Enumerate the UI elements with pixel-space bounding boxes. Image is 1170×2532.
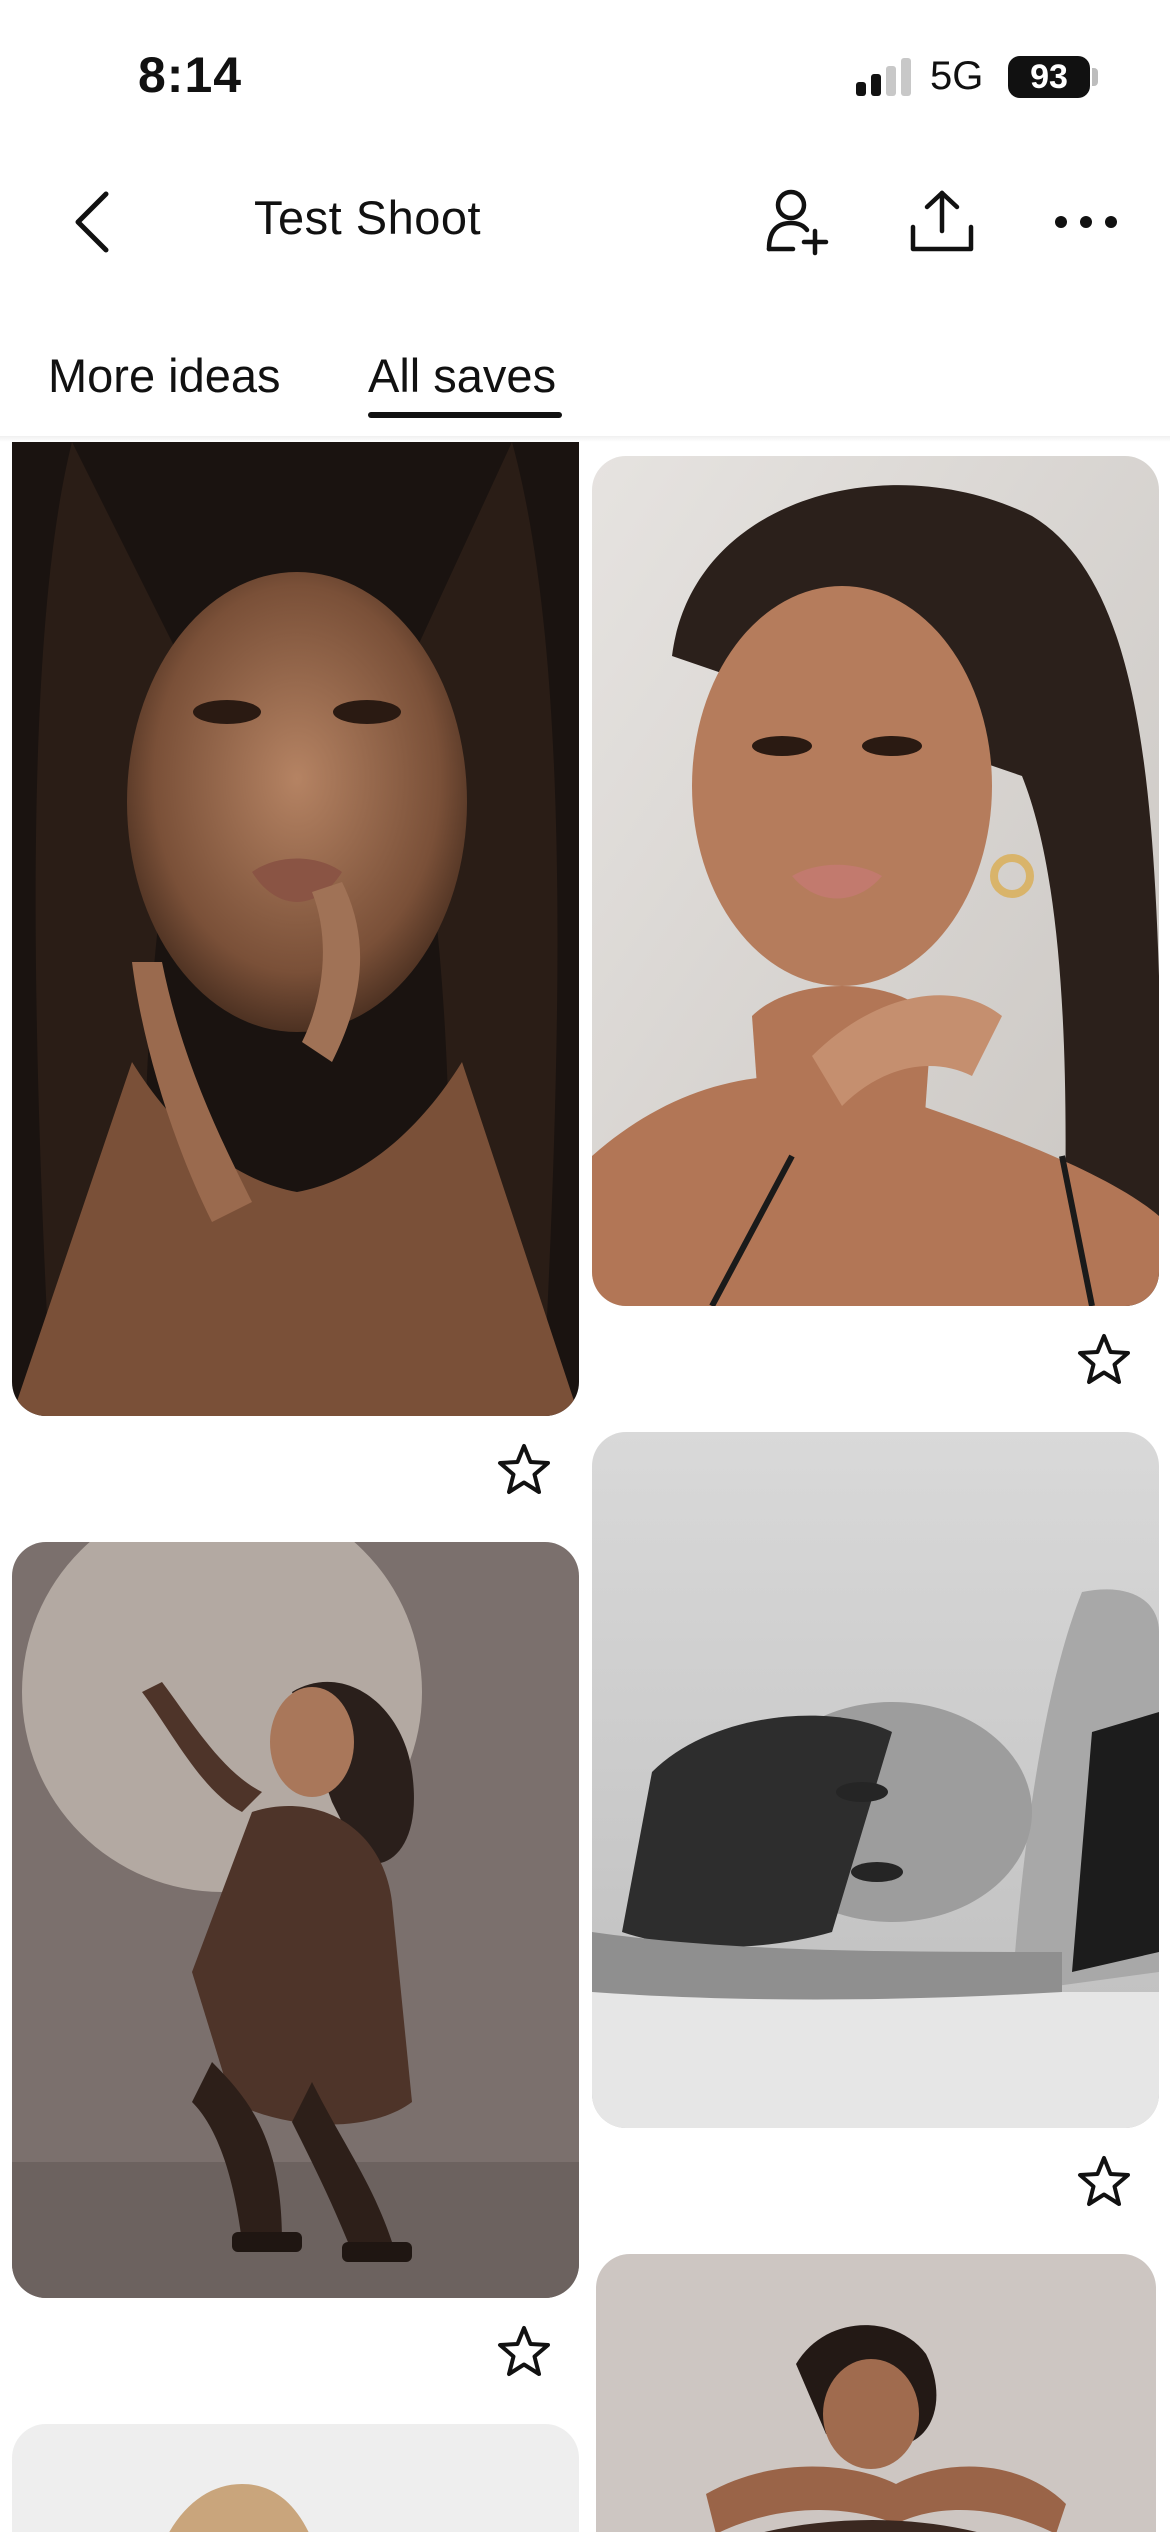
page-title: Test Shoot [254, 191, 482, 244]
share-button[interactable] [896, 178, 988, 266]
battery-icon: 93 [1008, 56, 1090, 98]
pin-image[interactable] [596, 2254, 1156, 2532]
favorite-button[interactable] [492, 1438, 556, 1502]
share-upload-icon [910, 190, 974, 252]
more-options-button[interactable] [1040, 180, 1132, 264]
network-type: 5G [930, 54, 984, 98]
favorite-button[interactable] [1072, 2150, 1136, 2214]
pin-illustration [592, 1432, 1159, 2128]
pin-illustration [12, 442, 579, 1416]
star-outline-icon [498, 2326, 550, 2376]
add-person-icon [766, 189, 829, 256]
ellipsis-icon [1055, 216, 1117, 228]
pin-illustration [12, 1542, 579, 2298]
signal-strength-icon [856, 58, 914, 96]
favorite-button[interactable] [1072, 1328, 1136, 1392]
pin-illustration [596, 2254, 1156, 2532]
pin-image[interactable] [12, 2424, 579, 2532]
chevron-left-icon [75, 191, 109, 253]
board-tabs: More ideas All saves [0, 330, 1170, 430]
pin-image[interactable] [12, 442, 579, 1416]
pin-image[interactable] [592, 456, 1159, 1306]
back-button[interactable] [50, 180, 134, 264]
pin-illustration [12, 2424, 579, 2532]
tab-all-saves[interactable]: All saves [368, 348, 556, 403]
status-time: 8:14 [138, 47, 243, 103]
pin-illustration [592, 456, 1159, 1306]
status-bar: 8:14 5G 93 [0, 0, 1170, 150]
battery-tip [1092, 68, 1098, 86]
board-screen: 8:14 5G 93 Test Shoot More ideas All sav… [0, 0, 1170, 2532]
pin-image[interactable] [12, 1542, 579, 2298]
star-outline-icon [498, 1444, 550, 1494]
pin-image[interactable] [592, 1432, 1159, 2128]
star-outline-icon [1078, 2156, 1130, 2206]
board-header: Test Shoot [0, 150, 1170, 290]
collaborate-button[interactable] [752, 180, 844, 264]
active-tab-indicator [368, 412, 562, 418]
star-outline-icon [1078, 1334, 1130, 1384]
tab-more-ideas[interactable]: More ideas [48, 348, 281, 403]
favorite-button[interactable] [492, 2320, 556, 2384]
battery-level: 93 [1030, 58, 1068, 96]
